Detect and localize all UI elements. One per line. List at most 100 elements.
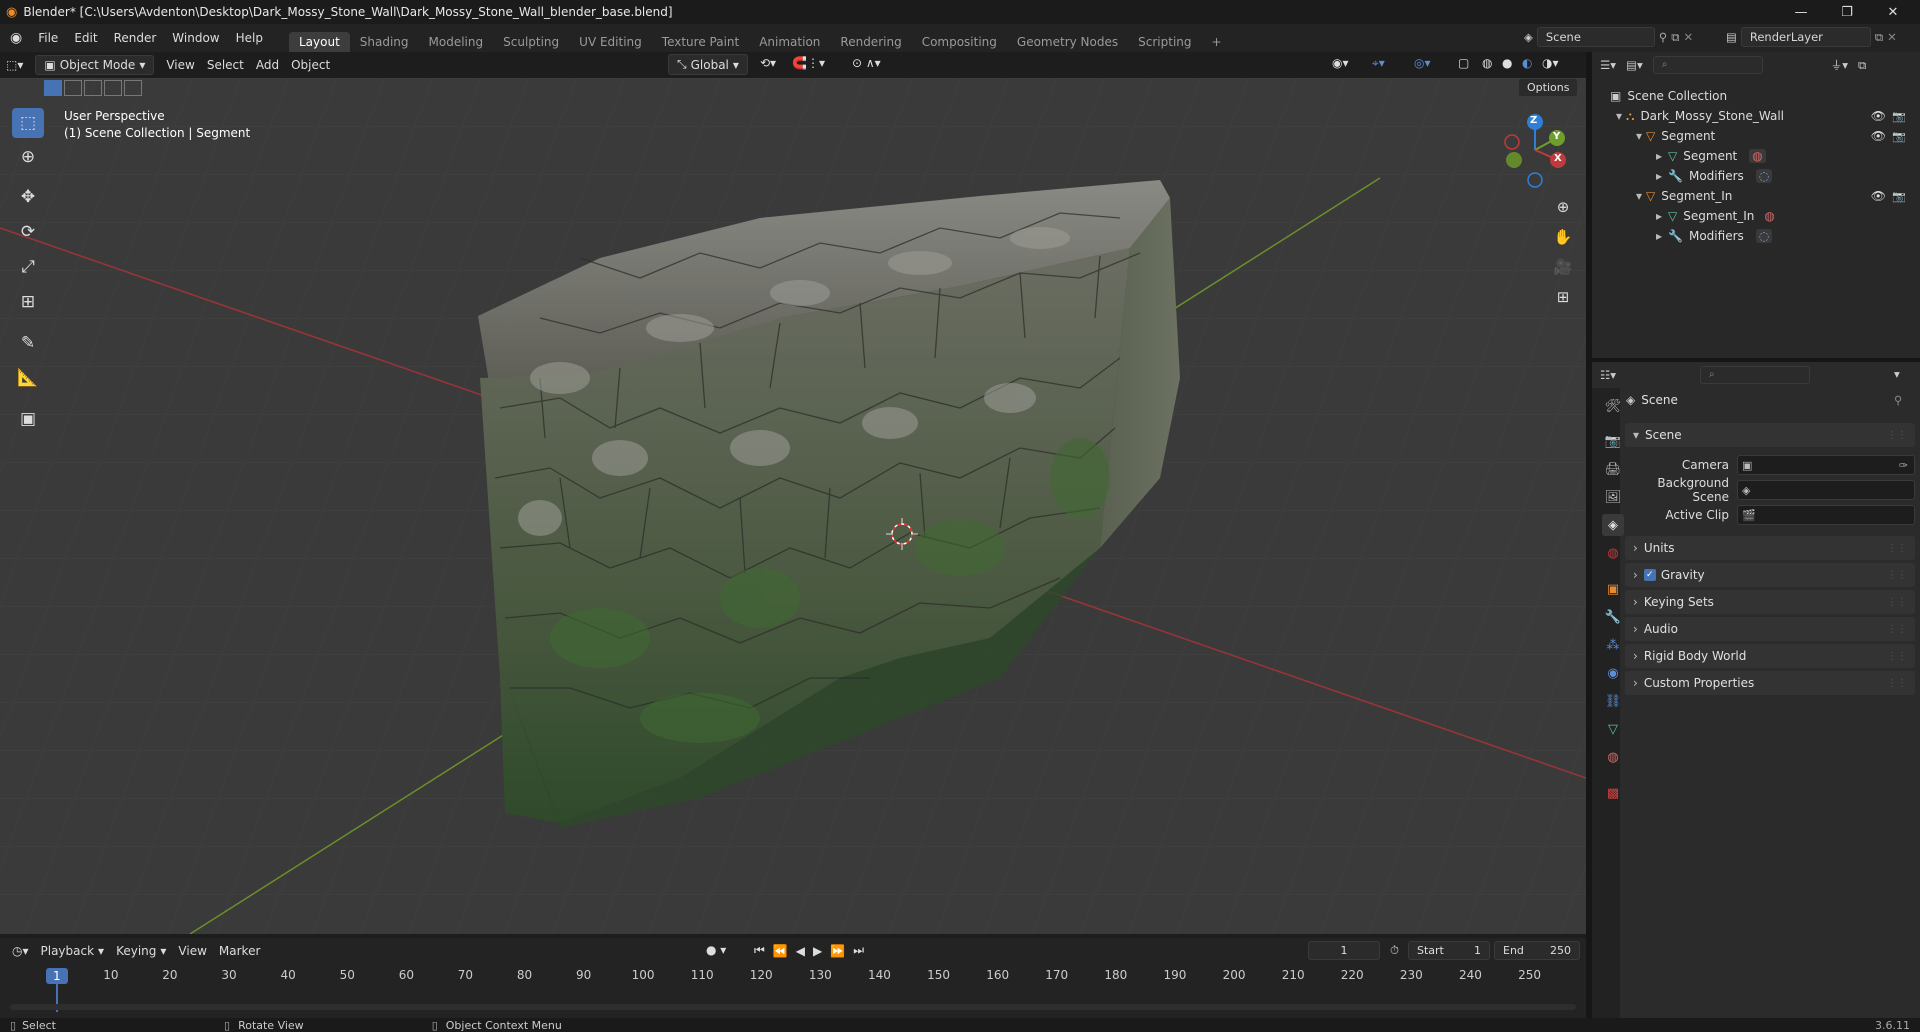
clock-icon[interactable]: ⏱ — [1390, 943, 1399, 958]
jump-start-icon[interactable]: ⏮ — [754, 943, 769, 958]
eyedropper-icon[interactable]: ✑ — [1899, 459, 1908, 472]
custom-properties-panel-header[interactable]: › Custom Properties ⋮⋮ — [1625, 671, 1915, 695]
camera-view-icon[interactable]: 🎥 — [1550, 254, 1576, 280]
menu-file[interactable]: File — [30, 31, 66, 45]
pin-icon[interactable]: ⚲ — [1894, 393, 1902, 407]
tab-sculpting[interactable]: Sculpting — [493, 32, 569, 52]
audio-panel-header[interactable]: › Audio ⋮⋮ — [1625, 617, 1915, 641]
output-tab-icon[interactable]: 🖨 — [1602, 458, 1624, 480]
physics-tab-icon[interactable]: ◉ — [1602, 662, 1624, 684]
marker-menu[interactable]: Marker — [213, 942, 266, 960]
scene-tab-icon[interactable]: ◈ — [1602, 514, 1624, 536]
object-menu[interactable]: Object — [285, 56, 336, 74]
menu-render[interactable]: Render — [106, 31, 165, 45]
texture-tab-icon[interactable]: ▩ — [1602, 782, 1624, 804]
select-box-tool[interactable]: ⬚ — [12, 108, 44, 138]
background-scene-field[interactable]: ◈ — [1737, 480, 1915, 500]
cursor-tool[interactable]: ⊕ — [12, 142, 44, 172]
outliner-row-segment[interactable]: ▾ ▽ Segment 👁 📷 — [1592, 126, 1920, 146]
collapse-arrow-icon[interactable]: ▸ — [1656, 209, 1662, 223]
new-scene-icon[interactable]: ⧉ — [1671, 30, 1679, 45]
tab-animation[interactable]: Animation — [749, 32, 830, 52]
chevron-down-icon[interactable]: ▾ — [1894, 367, 1900, 381]
expand-arrow-icon[interactable]: ▾ — [1616, 109, 1622, 123]
render-camera-icon[interactable]: 📷 — [1892, 130, 1906, 143]
view-layer-tab-icon[interactable]: 🖼 — [1602, 486, 1624, 508]
overlay-toggle-icon[interactable]: ◎▾ — [1408, 54, 1437, 72]
world-tab-icon[interactable]: ◍ — [1602, 542, 1624, 564]
outliner-editor-icon[interactable]: ☰▾ — [1600, 58, 1616, 72]
measure-tool[interactable]: 📐 — [12, 363, 44, 393]
collapse-arrow-icon[interactable]: ▸ — [1656, 229, 1662, 243]
units-panel-header[interactable]: › Units ⋮⋮ — [1625, 536, 1915, 560]
select-extend-icon[interactable] — [64, 80, 82, 96]
new-collection-icon[interactable]: ⧉ — [1858, 58, 1866, 73]
play-reverse-icon[interactable]: ◀ — [796, 944, 809, 958]
delete-scene-icon[interactable]: ✕ — [1684, 30, 1694, 44]
next-keyframe-icon[interactable]: ⏩ — [830, 944, 849, 958]
gizmo-x-label[interactable]: X — [1554, 153, 1562, 164]
collapse-arrow-icon[interactable]: ▸ — [1656, 149, 1662, 163]
editor-type-button[interactable]: ⬚▾ — [0, 56, 29, 74]
timeline-editor-icon[interactable]: ◷▾ — [6, 942, 35, 960]
data-tab-icon[interactable]: ▽ — [1602, 718, 1624, 740]
render-layer-selector[interactable]: ▤ RenderLayer ⧉ ✕ — [1726, 27, 1897, 47]
outliner-row-segment-in-modifiers[interactable]: ▸ 🔧 Modifiers ◌ — [1592, 226, 1920, 246]
minimize-button[interactable]: — — [1778, 0, 1824, 24]
modifier-tab-icon[interactable]: 🔧 — [1602, 606, 1624, 628]
view-menu[interactable]: View — [172, 942, 212, 960]
pan-hand-icon[interactable]: ✋ — [1550, 224, 1576, 250]
select-intersect-icon[interactable] — [124, 80, 142, 96]
close-button[interactable]: ✕ — [1870, 0, 1916, 24]
render-camera-icon[interactable]: 📷 — [1892, 190, 1906, 203]
end-frame-field[interactable]: End 250 — [1494, 941, 1580, 960]
keying-menu[interactable]: Keying ▾ — [110, 942, 172, 960]
expand-arrow-icon[interactable]: ▾ — [1636, 129, 1642, 143]
rotate-tool[interactable]: ⟳ — [12, 217, 44, 247]
object-tab-icon[interactable]: ▣ — [1602, 578, 1624, 600]
play-icon[interactable]: ▶ — [813, 944, 826, 958]
outliner-search-input[interactable]: ⌕ — [1652, 56, 1763, 74]
properties-search-input[interactable]: ⌕ — [1700, 366, 1810, 384]
scale-tool[interactable]: ⤢ — [12, 252, 44, 282]
prev-keyframe-icon[interactable]: ⏪ — [773, 944, 792, 958]
perspective-toggle-icon[interactable]: ⊞ — [1550, 284, 1576, 310]
outliner-row-segment-in-mesh[interactable]: ▸ ▽ Segment_In ◍ — [1592, 206, 1920, 226]
eye-icon[interactable]: 👁 — [1871, 109, 1886, 123]
gizmo-y-label[interactable]: Y — [1553, 131, 1560, 142]
keying-sets-panel-header[interactable]: › Keying Sets ⋮⋮ — [1625, 590, 1915, 614]
drag-handle-icon[interactable]: ⋮⋮ — [1887, 624, 1907, 635]
constraints-tab-icon[interactable]: ⛓ — [1602, 690, 1624, 712]
tab-geometry-nodes[interactable]: Geometry Nodes — [1007, 32, 1128, 52]
eye-icon[interactable]: 👁 — [1871, 129, 1886, 143]
maximize-button[interactable]: ❐ — [1824, 0, 1870, 24]
filter-icon[interactable]: ⏚▾ — [1831, 57, 1848, 73]
mode-dropdown[interactable]: ▣ Object Mode ▾ — [35, 55, 155, 75]
add-cube-tool[interactable]: ▣ — [12, 404, 44, 434]
zoom-icon[interactable]: ⊕ — [1550, 194, 1576, 220]
select-new-icon[interactable] — [44, 80, 62, 96]
drag-handle-icon[interactable]: ⋮⋮ — [1887, 651, 1907, 662]
proportional-edit-icon[interactable]: ⊙ ∧▾ — [846, 54, 887, 72]
render-camera-icon[interactable]: 📷 — [1892, 110, 1906, 123]
record-icon[interactable]: ● ▾ — [700, 941, 732, 959]
add-workspace-button[interactable]: + — [1202, 32, 1232, 52]
scene-selector[interactable]: ◈ Scene ⚲ ⧉ ✕ — [1524, 27, 1693, 47]
drag-handle-icon[interactable]: ⋮⋮ — [1887, 430, 1907, 441]
scene-field[interactable]: Scene — [1536, 27, 1655, 47]
jump-end-icon[interactable]: ⏭ — [853, 943, 868, 958]
pivot-icon[interactable]: ⟲▾ — [754, 54, 782, 72]
active-clip-field[interactable]: 🎬 — [1737, 505, 1915, 525]
tab-rendering[interactable]: Rendering — [830, 32, 911, 52]
display-mode-icon[interactable]: ▤▾ — [1626, 58, 1643, 72]
select-subtract-icon[interactable] — [84, 80, 102, 96]
drag-handle-icon[interactable]: ⋮⋮ — [1887, 543, 1907, 554]
select-menu[interactable]: Select — [201, 56, 250, 74]
blender-menu-icon[interactable]: ◉ — [0, 30, 30, 46]
new-layer-icon[interactable]: ⧉ — [1875, 30, 1883, 45]
camera-field[interactable]: ▣ ✑ — [1737, 455, 1915, 475]
tab-layout[interactable]: Layout — [288, 32, 350, 52]
view-menu[interactable]: View — [160, 56, 200, 74]
scene-panel-header[interactable]: ▾ Scene ⋮⋮ — [1625, 423, 1915, 447]
add-menu[interactable]: Add — [250, 56, 285, 74]
